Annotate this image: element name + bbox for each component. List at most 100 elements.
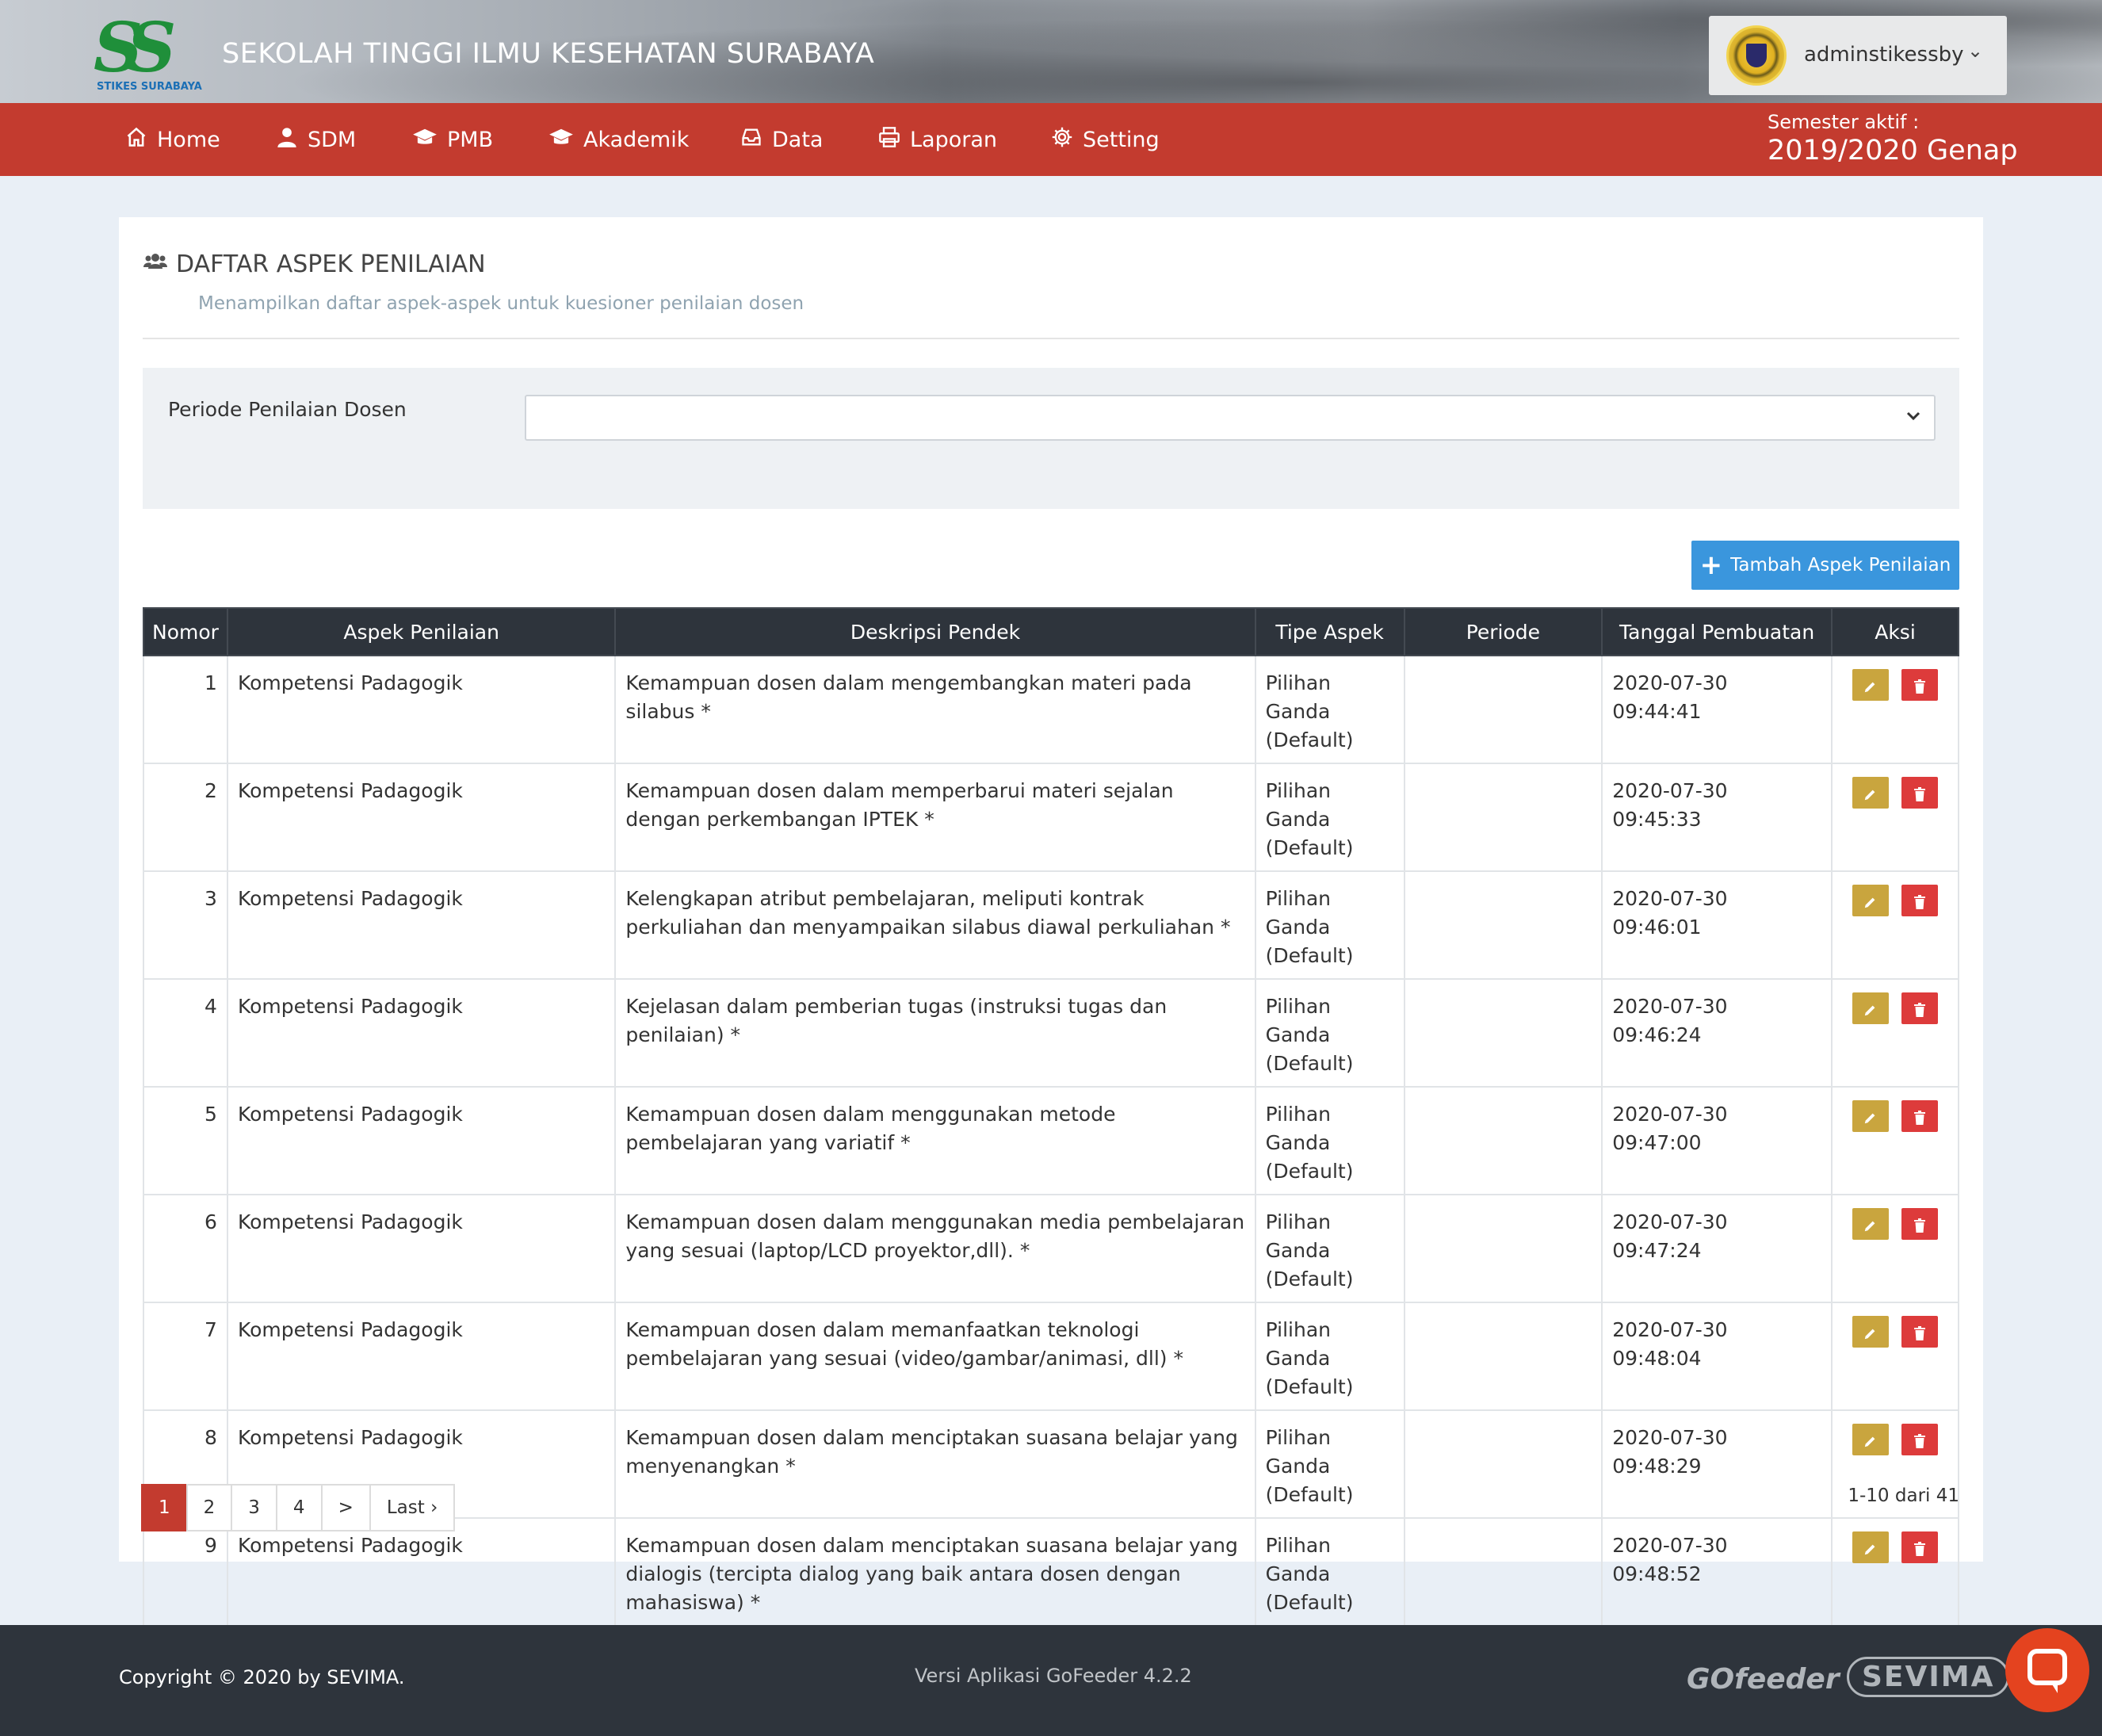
row-tanggal: 2020-07-30 09:47:00	[1601, 1086, 1833, 1195]
row-tipe: Pilihan Ganda (Default)	[1254, 1194, 1405, 1303]
col-header: Aksi	[1831, 607, 1959, 656]
trash-icon	[1914, 1541, 1925, 1556]
row-tipe: Pilihan Ganda (Default)	[1254, 655, 1405, 764]
nav-laporan[interactable]: Laporan	[878, 103, 997, 176]
row-periode	[1403, 870, 1603, 980]
nav-setting[interactable]: Setting	[1051, 103, 1160, 176]
nav-data[interactable]: Data	[740, 103, 823, 176]
table-row: 9 Kompetensi Padagogik Kemampuan dosen dal…	[143, 1517, 1959, 1627]
edit-button[interactable]	[1852, 1208, 1889, 1240]
trash-icon	[1914, 786, 1925, 801]
row-tanggal: 2020-07-30 09:46:24	[1601, 978, 1833, 1088]
edit-button[interactable]	[1852, 1100, 1889, 1132]
main-nav: Home SDM PMB Akademik Data Laporan Setti…	[0, 103, 2102, 176]
row-deskripsi: Kemampuan dosen dalam menciptakan suasan…	[614, 1517, 1256, 1627]
row-deskripsi: Kejelasan dalam pemberian tugas (instruk…	[614, 978, 1256, 1088]
pencil-icon	[1864, 682, 1875, 692]
edit-button[interactable]	[1852, 1531, 1889, 1563]
nav-sdm[interactable]: SDM	[276, 103, 356, 176]
page-link-next[interactable]: >	[320, 1484, 371, 1531]
col-header[interactable]: Nomor	[143, 607, 228, 656]
row-actions	[1831, 655, 1959, 764]
delete-button[interactable]	[1901, 1100, 1938, 1132]
row-number: 4	[143, 978, 228, 1088]
row-actions	[1831, 1086, 1959, 1195]
row-tipe: Pilihan Ganda (Default)	[1254, 1086, 1405, 1195]
page-link-3[interactable]: 3	[231, 1484, 277, 1531]
page-header: DAFTAR ASPEK PENILAIAN Menampilkan dafta…	[143, 250, 804, 314]
user-icon	[276, 126, 298, 154]
edit-button[interactable]	[1852, 1424, 1889, 1455]
copyright: Copyright © 2020 by SEVIMA.	[119, 1666, 405, 1688]
row-periode	[1403, 763, 1603, 872]
delete-button[interactable]	[1901, 669, 1938, 701]
row-tipe: Pilihan Ganda (Default)	[1254, 763, 1405, 872]
row-actions	[1831, 1194, 1959, 1303]
delete-button[interactable]	[1901, 1316, 1938, 1348]
user-menu[interactable]: adminstikessby ⌄	[1709, 16, 2007, 95]
edit-button[interactable]	[1852, 885, 1889, 916]
users-icon	[143, 250, 168, 278]
row-periode	[1403, 1409, 1603, 1519]
user-avatar	[1726, 25, 1787, 86]
page-title: DAFTAR ASPEK PENILAIAN	[143, 250, 486, 278]
edit-button[interactable]	[1852, 669, 1889, 701]
col-header[interactable]: Deskripsi Pendek	[614, 607, 1256, 656]
periode-select[interactable]	[525, 395, 1936, 441]
row-deskripsi: Kemampuan dosen dalam menggunakan metode…	[614, 1086, 1256, 1195]
gear-icon	[1051, 126, 1073, 154]
chevron-down-icon: ⌄	[1967, 40, 1984, 62]
delete-button[interactable]	[1901, 1531, 1938, 1563]
nav-laporan-label: Laporan	[910, 127, 998, 152]
sevima-logo: SEVIMA	[1847, 1657, 2010, 1697]
trash-icon	[1914, 894, 1925, 909]
nav-akademik[interactable]: Akademik	[548, 103, 689, 176]
row-tipe: Pilihan Ganda (Default)	[1254, 870, 1405, 980]
pencil-icon	[1864, 1544, 1875, 1554]
page-link-2[interactable]: 2	[185, 1484, 233, 1531]
edit-button[interactable]	[1852, 1316, 1889, 1348]
delete-button[interactable]	[1901, 1424, 1938, 1455]
chat-button[interactable]	[2005, 1628, 2089, 1712]
school-logo[interactable]: SS STIKES SURABAYA	[94, 14, 212, 94]
row-actions	[1831, 763, 1959, 872]
row-actions	[1831, 978, 1959, 1088]
filter-panel: Periode Penilaian Dosen	[143, 368, 1959, 509]
delete-button[interactable]	[1901, 1208, 1938, 1240]
trash-icon	[1914, 1325, 1925, 1340]
edit-button[interactable]	[1852, 992, 1889, 1024]
nav-home[interactable]: Home	[125, 103, 220, 176]
page-link-1[interactable]: 1	[141, 1484, 188, 1531]
edit-button[interactable]	[1852, 777, 1889, 809]
row-number: 7	[143, 1302, 228, 1411]
page-link-last[interactable]: Last ›	[369, 1484, 456, 1531]
page-link-4[interactable]: 4	[275, 1484, 323, 1531]
delete-button[interactable]	[1901, 777, 1938, 809]
row-tipe: Pilihan Ganda (Default)	[1254, 1302, 1405, 1411]
row-actions	[1831, 1302, 1959, 1411]
inbox-icon	[740, 126, 762, 154]
pencil-icon	[1864, 1329, 1875, 1339]
col-header[interactable]: Tipe Aspek	[1254, 607, 1405, 656]
col-header[interactable]: Aspek Penilaian	[226, 607, 617, 656]
col-header[interactable]: Periode	[1403, 607, 1603, 656]
pencil-icon	[1864, 1005, 1875, 1015]
table-row: 2 Kompetensi Padagogik Kemampuan dosen dal…	[143, 763, 1959, 872]
row-number: 6	[143, 1194, 228, 1303]
record-count: 1-10 dari 41	[1848, 1486, 1959, 1506]
row-number: 2	[143, 763, 228, 872]
nav-pmb[interactable]: PMB	[412, 103, 493, 176]
row-tanggal: 2020-07-30 09:48:04	[1601, 1302, 1833, 1411]
col-header[interactable]: Tanggal Pembuatan	[1601, 607, 1833, 656]
chat-bubble-icon	[2027, 1649, 2067, 1685]
row-tipe: Pilihan Ganda (Default)	[1254, 1517, 1405, 1627]
table-row: 3 Kompetensi Padagogik Kelengkapan atribut…	[143, 870, 1959, 980]
delete-button[interactable]	[1901, 992, 1938, 1024]
table-row: 7 Kompetensi Padagogik Kemampuan dosen dal…	[143, 1302, 1959, 1411]
trash-icon	[1914, 1218, 1925, 1233]
row-tanggal: 2020-07-30 09:47:24	[1601, 1194, 1833, 1303]
delete-button[interactable]	[1901, 885, 1938, 916]
add-aspect-button[interactable]: + Tambah Aspek Penilaian	[1691, 541, 1959, 590]
active-semester: Semester aktif : 2019/2020 Genap	[1768, 111, 2018, 166]
logo-caption: STIKES SURABAYA	[97, 81, 202, 93]
